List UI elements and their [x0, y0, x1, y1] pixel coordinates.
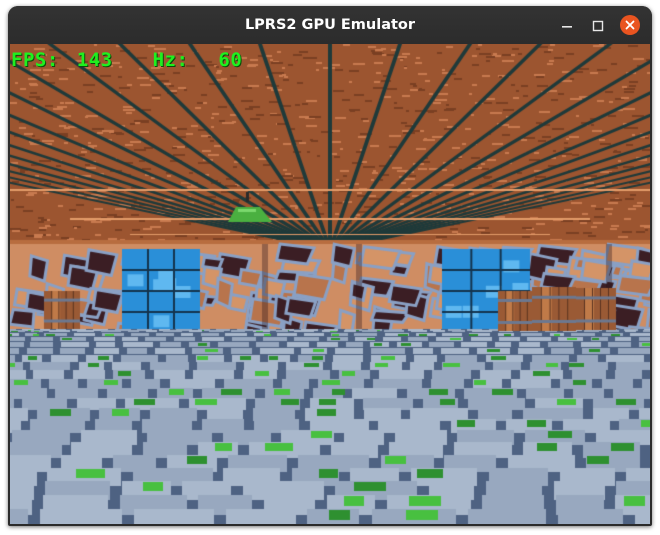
minimize-icon	[562, 26, 572, 28]
fps-value: 143	[76, 49, 113, 71]
maximize-icon	[592, 20, 604, 32]
window-title: LPRS2 GPU Emulator	[244, 17, 416, 33]
emulator-window: LPRS2 GPU Emulator FPS: 143 Hz: 60	[8, 6, 652, 526]
maximize-button[interactable]	[589, 17, 607, 35]
hz-value: 60	[218, 49, 243, 71]
fps-label: FPS:	[11, 49, 59, 71]
fps-overlay: FPS: 143 Hz: 60	[11, 49, 242, 71]
hz-label: Hz:	[152, 49, 189, 71]
close-button[interactable]	[620, 15, 640, 35]
title-bar[interactable]: LPRS2 GPU Emulator	[8, 6, 652, 44]
close-icon	[625, 20, 635, 30]
game-viewport[interactable]	[10, 44, 650, 524]
minimize-button[interactable]	[558, 17, 576, 35]
